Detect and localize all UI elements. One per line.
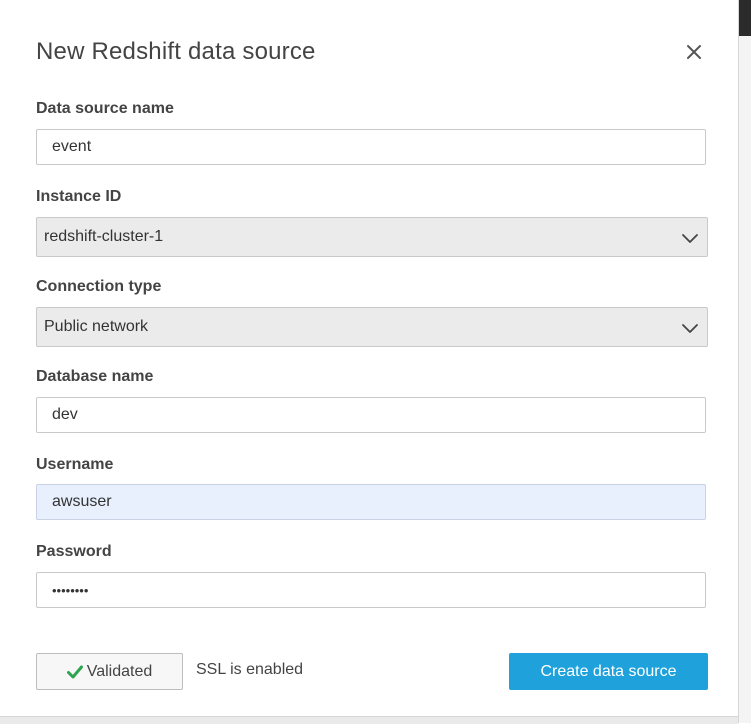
connection-type-value: Public network <box>44 318 149 335</box>
create-data-source-label: Create data source <box>540 662 677 680</box>
data-source-name-input[interactable]: event <box>36 129 706 165</box>
close-button[interactable] <box>682 40 706 64</box>
validate-button-label: Validated <box>86 662 153 680</box>
window-edge-dark <box>739 0 751 36</box>
ssl-status: SSL is enabled <box>196 661 304 678</box>
close-icon <box>687 45 701 59</box>
username-input[interactable]: awsuser <box>36 484 706 520</box>
database-name-input[interactable]: dev <box>36 397 706 433</box>
password-value: •••••••• <box>52 582 89 598</box>
connection-type-label: Connection type <box>36 278 162 295</box>
instance-id-select[interactable]: redshift-cluster-1 <box>36 217 708 257</box>
create-data-source-button[interactable]: Create data source <box>509 653 708 690</box>
connection-type-select[interactable]: Public network <box>36 307 708 347</box>
database-name-value: dev <box>52 406 78 423</box>
new-data-source-dialog: New Redshift data source Data source nam… <box>0 0 738 716</box>
window-edge-right <box>738 0 751 723</box>
database-name-label: Database name <box>36 368 154 385</box>
dialog-title: New Redshift data source <box>36 38 316 65</box>
username-value: awsuser <box>52 493 112 510</box>
check-icon <box>66 665 83 678</box>
instance-id-value: redshift-cluster-1 <box>44 228 164 245</box>
instance-id-label: Instance ID <box>36 188 122 205</box>
password-input[interactable]: •••••••• <box>36 572 706 608</box>
username-label: Username <box>36 456 114 473</box>
chevron-down-icon <box>682 234 698 243</box>
password-label: Password <box>36 543 112 560</box>
chevron-down-icon <box>682 324 698 333</box>
data-source-name-label: Data source name <box>36 100 174 117</box>
data-source-name-value: event <box>52 138 92 155</box>
validate-button[interactable]: Validated <box>36 653 183 690</box>
app-frame: New Redshift data source Data source nam… <box>0 0 751 724</box>
